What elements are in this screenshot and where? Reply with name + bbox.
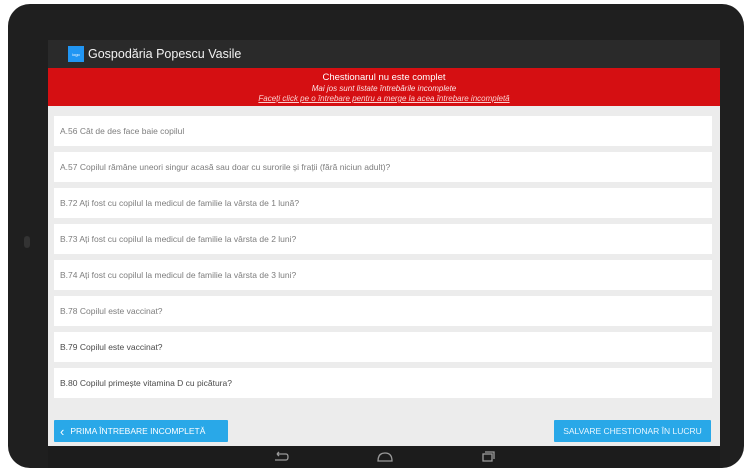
question-label: B.78 Copilul este vaccinat? <box>60 306 163 316</box>
question-item[interactable]: B.79 Copilul este vaccinat? <box>54 332 712 362</box>
home-icon[interactable] <box>375 451 393 463</box>
question-label: A.56 Cât de des face baie copilul <box>60 126 185 136</box>
question-label: B.80 Copilul primește vitamina D cu pică… <box>60 378 232 388</box>
save-draft-button[interactable]: SALVARE CHESTIONAR ÎN LUCRU <box>554 420 711 442</box>
first-incomplete-label: PRIMA ÎNTREBARE INCOMPLETĂ <box>70 426 206 436</box>
recent-apps-icon[interactable] <box>479 451 497 463</box>
question-label: B.74 Ați fost cu copilul la medicul de f… <box>60 270 297 280</box>
incomplete-questions-list: A.56 Cât de des face baie copilul A.57 C… <box>54 116 712 404</box>
question-item[interactable]: B.78 Copilul este vaccinat? <box>54 296 712 326</box>
question-item[interactable]: B.73 Ați fost cu copilul la medicul de f… <box>54 224 712 254</box>
question-item[interactable]: B.80 Copilul primește vitamina D cu pică… <box>54 368 712 398</box>
chevron-left-icon: ‹ <box>60 423 65 439</box>
incomplete-banner: Chestionarul nu este complet Mai jos sun… <box>48 68 720 106</box>
question-label: B.79 Copilul este vaccinat? <box>60 342 163 352</box>
front-camera <box>24 236 30 248</box>
back-arrow-icon[interactable] <box>271 451 289 463</box>
system-nav-bar <box>48 446 720 468</box>
app-screen: logo Gospodăria Popescu Vasile Chestiona… <box>48 40 720 446</box>
banner-title: Chestionarul nu este complet <box>322 72 446 83</box>
question-item[interactable]: B.72 Ați fost cu copilul la medicul de f… <box>54 188 712 218</box>
banner-subtitle: Mai jos sunt listate întrebările incompl… <box>311 84 457 93</box>
question-item[interactable]: A.56 Cât de des face baie copilul <box>54 116 712 146</box>
banner-hint: Faceți click pe o întrebare pentru a mer… <box>258 94 510 103</box>
question-item[interactable]: B.74 Ați fost cu copilul la medicul de f… <box>54 260 712 290</box>
question-item[interactable]: A.57 Copilul rămâne uneori singur acasă … <box>54 152 712 182</box>
question-label: A.57 Copilul rămâne uneori singur acasă … <box>60 162 391 172</box>
bottom-action-bar: ‹ PRIMA ÎNTREBARE INCOMPLETĂ SALVARE CHE… <box>48 416 720 446</box>
question-label: B.73 Ați fost cu copilul la medicul de f… <box>60 234 297 244</box>
first-incomplete-button[interactable]: ‹ PRIMA ÎNTREBARE INCOMPLETĂ <box>54 420 228 442</box>
question-label: B.72 Ați fost cu copilul la medicul de f… <box>60 198 300 208</box>
page-title: Gospodăria Popescu Vasile <box>88 47 242 61</box>
save-draft-label: SALVARE CHESTIONAR ÎN LUCRU <box>563 426 702 436</box>
app-bar: logo Gospodăria Popescu Vasile <box>48 40 720 68</box>
app-logo: logo <box>68 46 84 62</box>
